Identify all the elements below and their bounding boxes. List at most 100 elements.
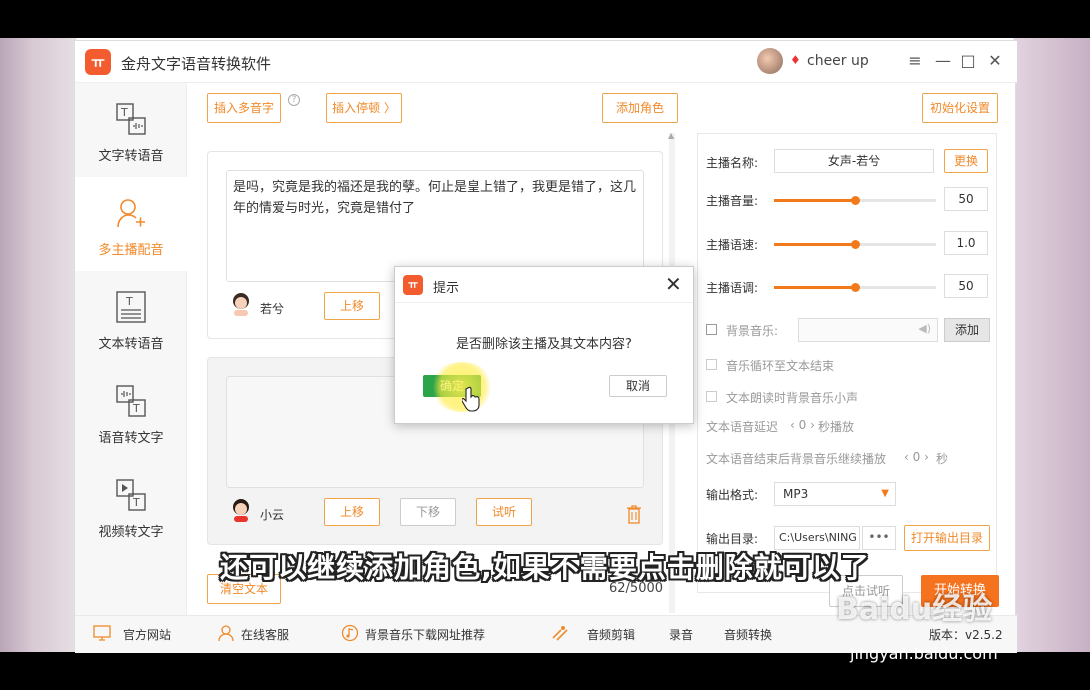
video-subtitle: 还可以继续添加角色,如果不需要点击删除就可以了: [220, 551, 870, 584]
add-role-button[interactable]: 添加角色: [602, 93, 678, 123]
init-settings-button[interactable]: 初始化设置: [922, 93, 998, 123]
scroll-up-icon[interactable]: ▲: [668, 131, 674, 140]
text-to-speech-icon: T: [116, 103, 146, 135]
change-anchor-button[interactable]: 更换: [944, 149, 988, 173]
female-avatar-icon: [233, 499, 249, 522]
dialog-header: ㅠ 提示 ✕: [395, 267, 693, 303]
maximize-icon[interactable]: □: [958, 51, 978, 70]
move-up-button[interactable]: 上移: [324, 498, 380, 526]
female-avatar-icon: [233, 293, 249, 316]
cancel-button[interactable]: 取消: [609, 375, 667, 397]
pitch-label: 主播语调:: [706, 281, 759, 295]
delay-stepper[interactable]: ‹ 0 ›: [790, 418, 815, 432]
online-support-link[interactable]: 在线客服: [241, 626, 289, 643]
speed-slider[interactable]: [774, 240, 936, 249]
pitch-slider[interactable]: [774, 283, 936, 292]
svg-text:T: T: [132, 402, 140, 415]
bgm-download-link[interactable]: 背景音乐下载网址推荐: [365, 626, 485, 643]
trash-icon[interactable]: [626, 504, 642, 524]
move-up-button[interactable]: 上移: [324, 292, 380, 320]
format-label: 输出格式:: [706, 488, 759, 502]
anchor-name: 小云: [260, 508, 285, 522]
watermark-url: jingyan.baidu.com: [850, 644, 998, 663]
anchor-name: 若兮: [260, 302, 285, 316]
anchor-label: 主播名称:: [706, 156, 759, 170]
sidebar-item-label: 视频转文字: [98, 525, 164, 540]
speed-input[interactable]: 1.0: [944, 231, 988, 255]
add-bgm-button[interactable]: 添加: [944, 318, 990, 342]
after-unit: 秒: [936, 452, 949, 466]
audio-edit-icon: [552, 626, 568, 641]
sidebar-item-label: 文字转语音: [98, 149, 164, 164]
dialog-title: 提示: [433, 281, 460, 296]
record-link[interactable]: 录音: [669, 626, 693, 643]
svg-text:T: T: [120, 106, 128, 119]
delay-label: 文本语音延迟: [706, 420, 779, 434]
delay-unit: 秒播放: [818, 420, 855, 434]
listen-button[interactable]: 试听: [476, 498, 532, 526]
sidebar-item-text-to-speech[interactable]: T 文字转语音: [75, 83, 187, 177]
sidebar-item-multi-anchor[interactable]: 多主播配音: [75, 177, 187, 271]
sidebar: T 文字转语音 多主播配音 T 文本转语音 T 语音转文字 T 视频转文字: [75, 83, 187, 615]
duck-checkbox[interactable]: [706, 391, 717, 402]
sidebar-item-label: 文本转语音: [98, 337, 164, 352]
volume-slider[interactable]: [774, 196, 936, 205]
vip-badge-icon: ♦: [790, 53, 801, 67]
sidebar-item-speech-to-text[interactable]: T 语音转文字: [75, 365, 187, 459]
app-logo-icon: ㅠ: [85, 49, 111, 75]
move-down-button[interactable]: 下移: [400, 498, 456, 526]
insert-polyphone-button[interactable]: 插入多音字: [207, 93, 281, 123]
help-icon[interactable]: ?: [288, 94, 300, 106]
app-logo-icon: ㅠ: [403, 275, 423, 295]
sidebar-item-label: 多主播配音: [98, 243, 164, 258]
minimize-icon[interactable]: —: [933, 51, 953, 70]
monitor-icon: [93, 625, 111, 641]
bgm-checkbox[interactable]: [706, 324, 717, 335]
bgm-file-field[interactable]: ◀): [798, 318, 938, 342]
official-site-link[interactable]: 官方网站: [123, 626, 171, 643]
letterbox-top: [0, 0, 1090, 38]
speaker-icon: ◀): [918, 322, 931, 335]
hand-cursor-icon: [462, 386, 480, 412]
sidebar-item-label: 语音转文字: [98, 431, 164, 446]
volume-label: 主播音量:: [706, 194, 759, 208]
menu-icon[interactable]: ≡: [905, 51, 925, 70]
svg-text:T: T: [132, 496, 140, 509]
duck-label: 文本朗读时背景音乐小声: [726, 391, 859, 405]
document-icon: T: [116, 291, 146, 323]
svg-text:T: T: [125, 295, 133, 308]
format-value: MP3: [783, 487, 809, 501]
watermark-logo: Baidu经验: [836, 592, 993, 627]
video-to-text-icon: T: [116, 479, 146, 511]
loop-label: 音乐循环至文本结束: [726, 359, 835, 373]
bgm-label: 背景音乐:: [726, 324, 779, 338]
support-icon: [218, 625, 234, 642]
add-user-icon: [117, 199, 145, 228]
volume-input[interactable]: 50: [944, 187, 988, 211]
dropdown-arrow-icon: ▼: [881, 488, 889, 499]
sidebar-item-video-to-text[interactable]: T 视频转文字: [75, 459, 187, 553]
after-stepper[interactable]: ‹ 0 ›: [904, 450, 929, 464]
version-label: 版本：v2.5.2: [929, 628, 1003, 642]
audio-convert-link[interactable]: 音频转换: [724, 626, 772, 643]
close-icon[interactable]: ✕: [985, 51, 1005, 70]
close-icon[interactable]: ✕: [665, 272, 682, 296]
app-title: 金舟文字语音转换软件: [121, 55, 272, 73]
speed-label: 主播语速:: [706, 238, 759, 252]
speech-to-text-icon: T: [116, 385, 146, 417]
sidebar-item-doc-to-speech[interactable]: T 文本转语音: [75, 271, 187, 365]
insert-pause-button[interactable]: 插入停顿 〉: [326, 93, 402, 123]
format-select[interactable]: MP3 ▼: [774, 482, 896, 506]
loop-checkbox[interactable]: [706, 359, 717, 370]
dir-label: 输出目录:: [706, 532, 759, 546]
dialog-message: 是否删除该主播及其文本内容?: [456, 337, 632, 352]
audio-edit-link[interactable]: 音频剪辑: [587, 626, 635, 643]
title-bar: ㅠ 金舟文字语音转换软件 ♦ cheer up ≡ — □ ✕: [75, 41, 1017, 83]
pitch-input[interactable]: 50: [944, 274, 988, 298]
username[interactable]: cheer up: [807, 53, 869, 69]
user-avatar[interactable]: [757, 48, 783, 74]
music-icon: [341, 624, 359, 642]
after-label: 文本语音结束后背景音乐继续播放: [706, 452, 887, 466]
settings-panel: 主播名称: 女声-若兮 更换 主播音量: 50 主播语速: 1.0 主播语调: …: [697, 133, 997, 593]
anchor-name-field: 女声-若兮: [774, 149, 934, 173]
